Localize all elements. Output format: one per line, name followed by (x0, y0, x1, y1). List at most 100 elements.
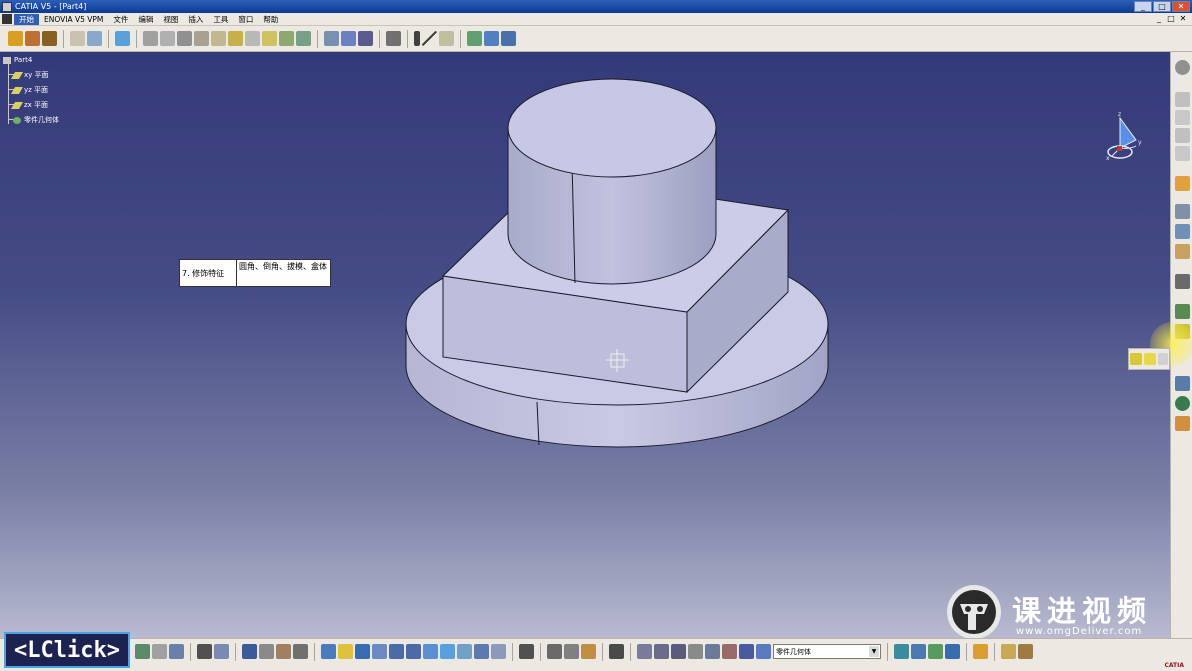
doc-minimize-button[interactable]: _ (1154, 14, 1164, 24)
doc-close-button[interactable]: ✕ (1178, 14, 1188, 24)
analysis-icon[interactable] (467, 31, 482, 46)
shading-icon[interactable] (457, 644, 472, 659)
mirror-icon[interactable] (341, 31, 356, 46)
capture-icon[interactable] (547, 644, 562, 659)
thick-surface-icon[interactable] (296, 31, 311, 46)
fillet-icon[interactable] (143, 31, 158, 46)
light-icon[interactable] (581, 644, 596, 659)
part-model[interactable] (0, 52, 1170, 638)
pocket-icon[interactable] (25, 31, 40, 46)
help-icon[interactable] (169, 644, 184, 659)
body-icon[interactable] (115, 31, 130, 46)
manual-update-icon[interactable] (654, 644, 669, 659)
remove-face-icon[interactable] (245, 31, 260, 46)
measure-icon[interactable] (484, 31, 499, 46)
draft-icon[interactable] (177, 31, 192, 46)
normal-view-icon[interactable] (423, 644, 438, 659)
catalog-icon[interactable] (1175, 376, 1190, 391)
menu-start[interactable]: 开始 (14, 13, 39, 25)
measure-icon[interactable] (1175, 244, 1190, 259)
pattern-icon[interactable] (358, 31, 373, 46)
zoom-in-icon[interactable] (389, 644, 404, 659)
operation-icon[interactable] (705, 644, 720, 659)
pad-icon[interactable] (8, 31, 23, 46)
close-button[interactable]: ✕ (1172, 1, 1190, 12)
grid-icon[interactable] (1175, 110, 1190, 125)
boolean-icon[interactable] (1175, 304, 1190, 319)
define-work-object-icon[interactable] (756, 644, 771, 659)
constraint-icon[interactable] (722, 644, 737, 659)
multi-view-icon[interactable] (519, 644, 534, 659)
dimension-icon[interactable] (1175, 146, 1190, 161)
translation-icon[interactable] (324, 31, 339, 46)
menu-insert[interactable]: 插入 (183, 14, 208, 25)
line-icon[interactable] (422, 31, 437, 46)
axis-system-icon[interactable] (671, 644, 686, 659)
menu-window[interactable]: 窗口 (233, 14, 258, 25)
body-selector[interactable]: 零件几何体 ▼ (773, 644, 881, 659)
texture-icon[interactable] (945, 644, 960, 659)
replace-face-icon[interactable] (262, 31, 277, 46)
fly-icon[interactable] (321, 644, 336, 659)
gear-icon[interactable] (1175, 60, 1190, 75)
links-icon[interactable] (259, 644, 274, 659)
properties-icon[interactable] (739, 644, 754, 659)
apply-material-icon[interactable] (501, 31, 516, 46)
cursor-icon[interactable] (1158, 353, 1168, 365)
cube-icon[interactable] (1130, 353, 1142, 365)
select-icon[interactable] (1175, 176, 1190, 191)
3d-viewport[interactable]: Part4 xy 平面 yz 平面 zx 平面 零件几何体 7. 修饰特征 圆角… (0, 52, 1170, 638)
document-icon[interactable] (2, 14, 12, 24)
render-icon[interactable] (1175, 416, 1190, 431)
sketch-icon[interactable] (70, 31, 85, 46)
minimize-button[interactable]: _ (1134, 1, 1152, 12)
menu-view[interactable]: 视图 (158, 14, 183, 25)
scale-icon[interactable] (386, 31, 401, 46)
fit-all-icon[interactable] (338, 644, 353, 659)
menu-file[interactable]: 文件 (108, 14, 133, 25)
rotate-icon[interactable] (372, 644, 387, 659)
positioned-sketch-icon[interactable] (87, 31, 102, 46)
paint-icon[interactable] (973, 644, 988, 659)
plane-icon[interactable] (439, 31, 454, 46)
environment-icon[interactable] (928, 644, 943, 659)
doc-restore-button[interactable]: □ (1166, 14, 1176, 24)
video-icon[interactable] (564, 644, 579, 659)
shaft-icon[interactable] (42, 31, 57, 46)
hide-show-icon[interactable] (474, 644, 489, 659)
annotation-icon[interactable] (1175, 224, 1190, 239)
zoom-out-icon[interactable] (406, 644, 421, 659)
tools-icon[interactable] (1018, 644, 1033, 659)
photo-icon[interactable] (609, 644, 624, 659)
cube-icon[interactable] (1144, 353, 1156, 365)
thread-icon[interactable] (228, 31, 243, 46)
menu-tools[interactable]: 工具 (208, 14, 233, 25)
isometric-view-icon[interactable] (440, 644, 455, 659)
table-icon[interactable] (242, 644, 257, 659)
update-icon[interactable] (637, 644, 652, 659)
undo-icon[interactable] (135, 644, 150, 659)
pan-icon[interactable] (355, 644, 370, 659)
global-icon[interactable] (1175, 396, 1190, 411)
point-icon[interactable] (414, 31, 420, 46)
menu-help[interactable]: 帮助 (258, 14, 283, 25)
maximize-button[interactable]: □ (1153, 1, 1171, 12)
compass-icon[interactable]: z y x (1100, 110, 1150, 168)
chevron-down-icon[interactable]: ▼ (869, 646, 879, 657)
comment-icon[interactable] (214, 644, 229, 659)
chamfer-icon[interactable] (160, 31, 175, 46)
sketch-tools-icon[interactable] (1175, 274, 1190, 289)
redo-icon[interactable] (152, 644, 167, 659)
material-icon[interactable] (894, 644, 909, 659)
scan-icon[interactable] (688, 644, 703, 659)
formula-icon[interactable] (197, 644, 212, 659)
menu-enovia[interactable]: ENOVIA V5 VPM (39, 15, 108, 24)
render-style-icon[interactable] (911, 644, 926, 659)
plane-view-icon[interactable] (1175, 92, 1190, 107)
reference-icon[interactable] (1175, 204, 1190, 219)
menu-edit[interactable]: 编辑 (133, 14, 158, 25)
split-icon[interactable] (279, 31, 294, 46)
thickness-icon[interactable] (211, 31, 226, 46)
ruler-icon[interactable] (276, 644, 291, 659)
constraint-icon[interactable] (1175, 128, 1190, 143)
